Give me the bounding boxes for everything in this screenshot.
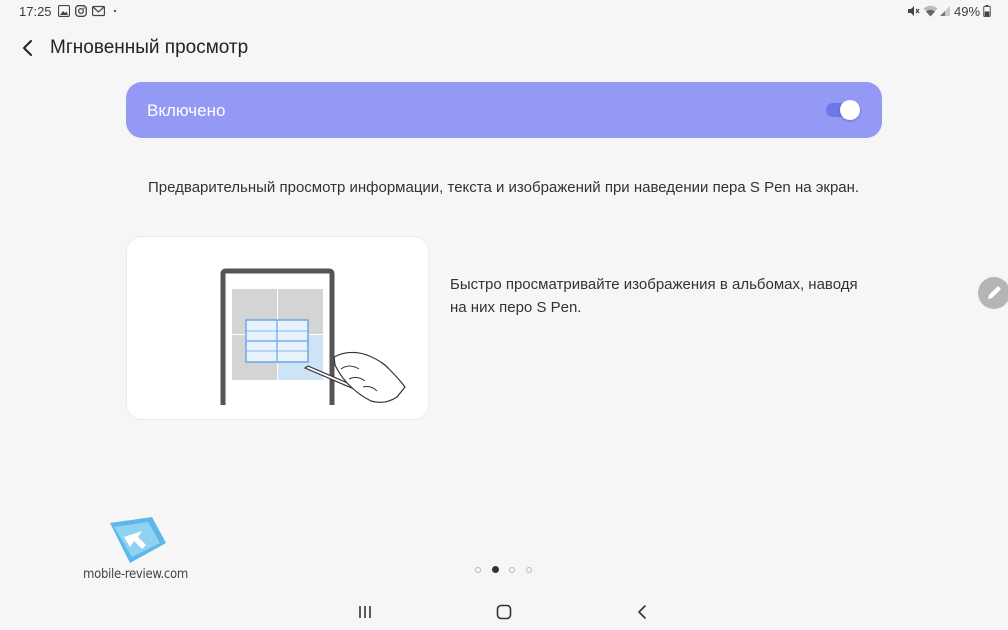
master-switch-card[interactable]: Включено (126, 82, 882, 138)
gallery-icon (58, 5, 70, 17)
page-dot-3[interactable] (509, 567, 515, 573)
home-icon[interactable] (490, 598, 518, 626)
switch-thumb (840, 100, 860, 120)
master-switch-label: Включено (147, 101, 226, 120)
feature-description: Предварительный просмотр информации, тек… (148, 179, 860, 196)
battery-percent: 49% (954, 4, 981, 19)
tablet-gallery-preview-illustration (220, 268, 406, 405)
status-time: 17:25 (19, 4, 52, 19)
signal-icon (940, 6, 950, 16)
pen-icon (988, 286, 1001, 299)
status-bar: 17:25 49% (0, 0, 1008, 24)
master-switch[interactable] (826, 100, 860, 120)
navigation-bar (0, 594, 1008, 630)
back-arrow-icon[interactable] (16, 36, 40, 60)
recents-icon[interactable] (351, 598, 379, 626)
page-dot-1[interactable] (475, 567, 481, 573)
illustration-card (126, 236, 429, 420)
page-dot-4[interactable] (526, 567, 532, 573)
wifi-icon (923, 5, 938, 17)
page-dot-2[interactable] (492, 566, 499, 573)
battery-icon (983, 5, 991, 17)
mail-icon (92, 5, 105, 17)
app-bar: Мгновенный просмотр (0, 30, 1008, 66)
air-command-button[interactable] (978, 277, 1008, 309)
illustration-caption: Быстро просматривайте изображения в альб… (450, 276, 858, 316)
dot-icon (113, 9, 117, 13)
instagram-icon (75, 5, 87, 17)
page-title: Мгновенный просмотр (50, 37, 249, 58)
mute-icon (908, 6, 920, 16)
back-icon[interactable] (628, 598, 656, 626)
watermark-text: mobile-review.com (83, 567, 188, 582)
page-indicator (474, 566, 544, 576)
